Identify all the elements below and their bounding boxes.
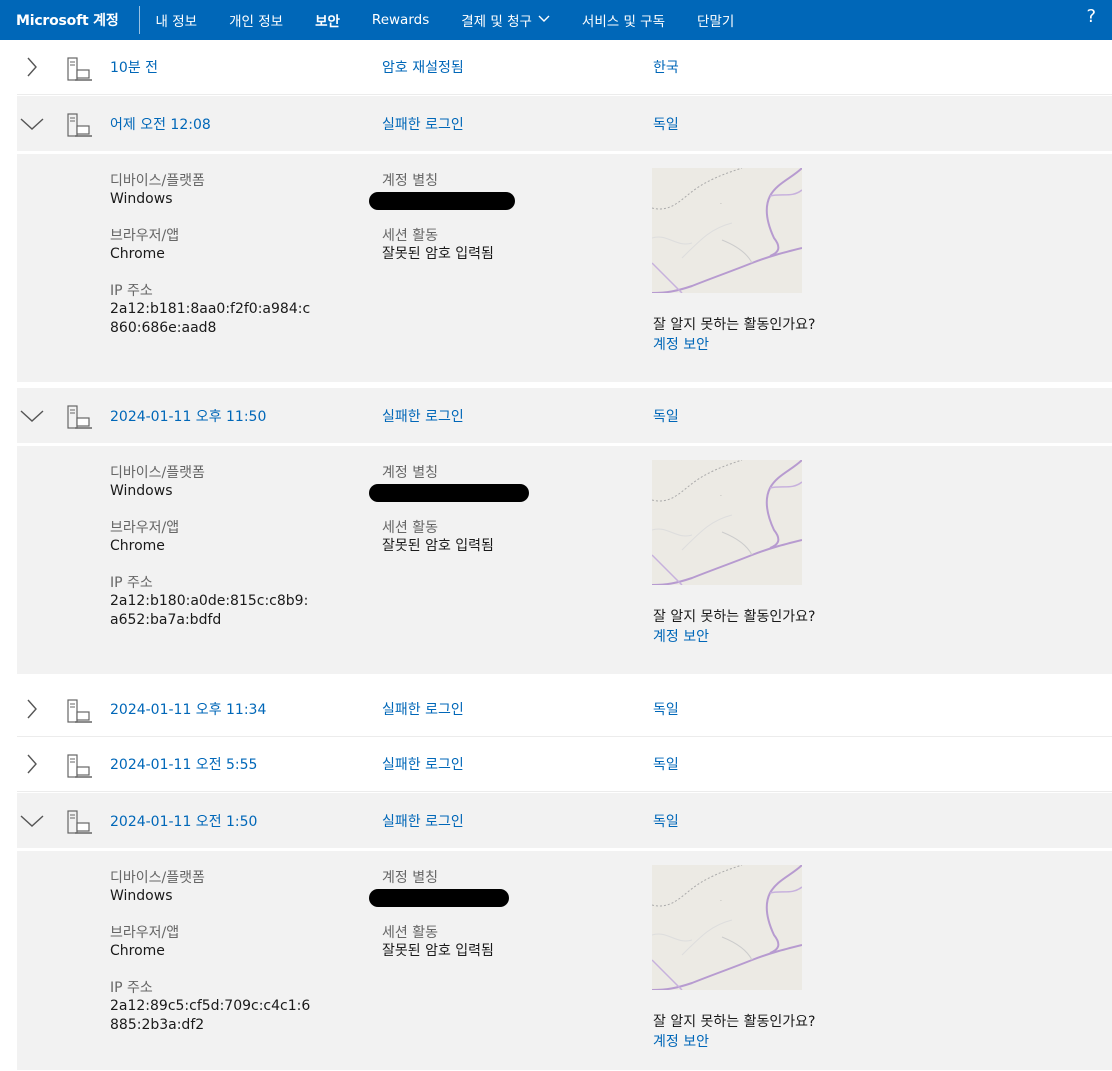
device-platform-value: Windows [110,191,173,207]
chevron-down-icon[interactable] [17,401,47,431]
desktop-device-icon [65,698,92,724]
activity-location[interactable]: 독일 [653,754,679,774]
browser-app-label: 브라우저/앱 [110,228,180,244]
desktop-device-icon [65,809,92,835]
activity-time[interactable]: 2024-01-11 오전 5:55 [110,754,257,774]
activity-time[interactable]: 10분 전 [110,57,158,77]
activity-type[interactable]: 실패한 로그인 [382,114,464,134]
activity-row[interactable]: 2024-01-11 오전 5:55 실패한 로그인 독일 [17,737,1112,792]
activity-type[interactable]: 실패한 로그인 [382,754,464,774]
activity-location[interactable]: 독일 [653,114,679,134]
activity-location[interactable]: 독일 [653,406,679,426]
recent-activity-list: 10분 전 암호 재설정됨 한국 어제 오전 12:08 실패한 로그인 독일 디바이스/플… [0,40,1112,1070]
ip-address-line-2: a652:ba7a:bdfd [110,612,222,628]
nav-services-subscriptions[interactable]: 서비스 및 구독 [566,0,681,40]
unknown-activity-question: 잘 알지 못하는 활동인가요? [653,317,816,333]
svg-text:·: · [720,493,722,500]
nav-payment-billing-label: 결제 및 청구 [461,14,532,30]
redacted-alias [369,192,515,210]
device-platform-label: 디바이스/플랫폼 [110,173,205,189]
chevron-down-icon[interactable] [17,806,47,836]
activity-row[interactable]: 어제 오전 12:08 실패한 로그인 독일 [17,96,1112,151]
unknown-activity-question: 잘 알지 못하는 활동인가요? [653,609,816,625]
activity-row[interactable]: 2024-01-11 오후 11:34 실패한 로그인 독일 [17,682,1112,737]
ip-address-line-1: 2a12:b181:8aa0:f2f0:a984:c [110,301,311,317]
help-icon[interactable]: ? [1086,6,1096,27]
nav-personal-info[interactable]: 개인 정보 [213,0,299,40]
device-platform-label: 디바이스/플랫폼 [110,465,205,481]
secure-account-link[interactable]: 계정 보안 [653,1031,709,1051]
session-activity-label: 세션 활동 [382,228,438,244]
desktop-device-icon [65,112,92,138]
ip-address-label: IP 주소 [110,575,153,591]
activity-location[interactable]: 독일 [653,699,679,719]
activity-type[interactable]: 실패한 로그인 [382,699,464,719]
account-alias-label: 계정 별칭 [382,465,438,481]
desktop-device-icon [65,753,92,779]
chevron-down-icon[interactable] [17,109,47,139]
redacted-alias [369,889,509,907]
session-activity-value: 잘못된 암호 입력됨 [382,538,494,554]
chevron-down-icon [538,15,550,26]
nav-security[interactable]: 보안 [299,0,356,40]
browser-app-value: Chrome [110,246,165,262]
chevron-right-icon[interactable] [17,749,47,779]
activity-detail-panel: 디바이스/플랫폼 Windows 브라우저/앱 Chrome IP 주소 2a12:89c… [17,851,1112,1070]
ip-address-line-2: 860:686e:aad8 [110,320,217,336]
activity-location[interactable]: 독일 [653,811,679,831]
activity-time[interactable]: 어제 오전 12:08 [110,114,211,134]
nav-my-info[interactable]: 내 정보 [140,0,214,40]
nav-rewards[interactable]: Rewards [356,0,445,40]
nav-devices[interactable]: 단말기 [681,0,750,40]
brand-logo[interactable]: Microsoft 계정 [0,6,140,34]
main-nav: 내 정보 개인 정보 보안 Rewards 결제 및 청구 서비스 및 구독 단… [140,0,751,40]
session-activity-label: 세션 활동 [382,925,438,941]
browser-app-label: 브라우저/앱 [110,925,180,941]
browser-app-value: Chrome [110,538,165,554]
top-navigation-bar: Microsoft 계정 내 정보 개인 정보 보안 Rewards 결제 및 … [0,0,1112,40]
activity-type[interactable]: 실패한 로그인 [382,811,464,831]
device-platform-value: Windows [110,483,173,499]
ip-address-label: IP 주소 [110,980,153,996]
activity-location[interactable]: 한국 [653,57,679,77]
session-activity-value: 잘못된 암호 입력됨 [382,943,494,959]
account-alias-label: 계정 별칭 [382,870,438,886]
location-map: · [652,865,802,990]
redacted-alias [369,484,529,502]
chevron-right-icon[interactable] [17,694,47,724]
session-activity-value: 잘못된 암호 입력됨 [382,246,494,262]
chevron-right-icon[interactable] [17,52,47,82]
device-platform-value: Windows [110,888,173,904]
unknown-activity-question: 잘 알지 못하는 활동인가요? [653,1014,816,1030]
activity-time[interactable]: 2024-01-11 오전 1:50 [110,811,257,831]
secure-account-link[interactable]: 계정 보안 [653,334,709,354]
desktop-device-icon [65,404,92,430]
activity-row[interactable]: 2024-01-11 오후 11:50 실패한 로그인 독일 [17,388,1112,443]
session-activity-label: 세션 활동 [382,520,438,536]
activity-row[interactable]: 2024-01-11 오전 1:50 실패한 로그인 독일 [17,793,1112,848]
secure-account-link[interactable]: 계정 보안 [653,626,709,646]
activity-detail-panel: 디바이스/플랫폼 Windows 브라우저/앱 Chrome IP 주소 2a12:b18… [17,154,1112,382]
desktop-device-icon [65,56,92,82]
activity-detail-panel: 디바이스/플랫폼 Windows 브라우저/앱 Chrome IP 주소 2a12:b18… [17,446,1112,674]
nav-payment-billing[interactable]: 결제 및 청구 [445,0,566,40]
activity-time[interactable]: 2024-01-11 오후 11:34 [110,699,266,719]
browser-app-value: Chrome [110,943,165,959]
account-alias-label: 계정 별칭 [382,173,438,189]
ip-address-line-2: 885:2b3a:df2 [110,1017,205,1033]
location-map: · [652,168,802,293]
device-platform-label: 디바이스/플랫폼 [110,870,205,886]
svg-text:·: · [720,898,722,905]
location-map: · [652,460,802,585]
activity-time[interactable]: 2024-01-11 오후 11:50 [110,406,266,426]
activity-type[interactable]: 암호 재설정됨 [382,57,464,77]
browser-app-label: 브라우저/앱 [110,520,180,536]
activity-row[interactable]: 10분 전 암호 재설정됨 한국 [17,40,1112,95]
ip-address-label: IP 주소 [110,283,153,299]
ip-address-line-1: 2a12:89c5:cf5d:709c:c4c1:6 [110,998,311,1014]
activity-type[interactable]: 실패한 로그인 [382,406,464,426]
svg-text:·: · [720,201,722,208]
ip-address-line-1: 2a12:b180:a0de:815c:c8b9: [110,593,309,609]
